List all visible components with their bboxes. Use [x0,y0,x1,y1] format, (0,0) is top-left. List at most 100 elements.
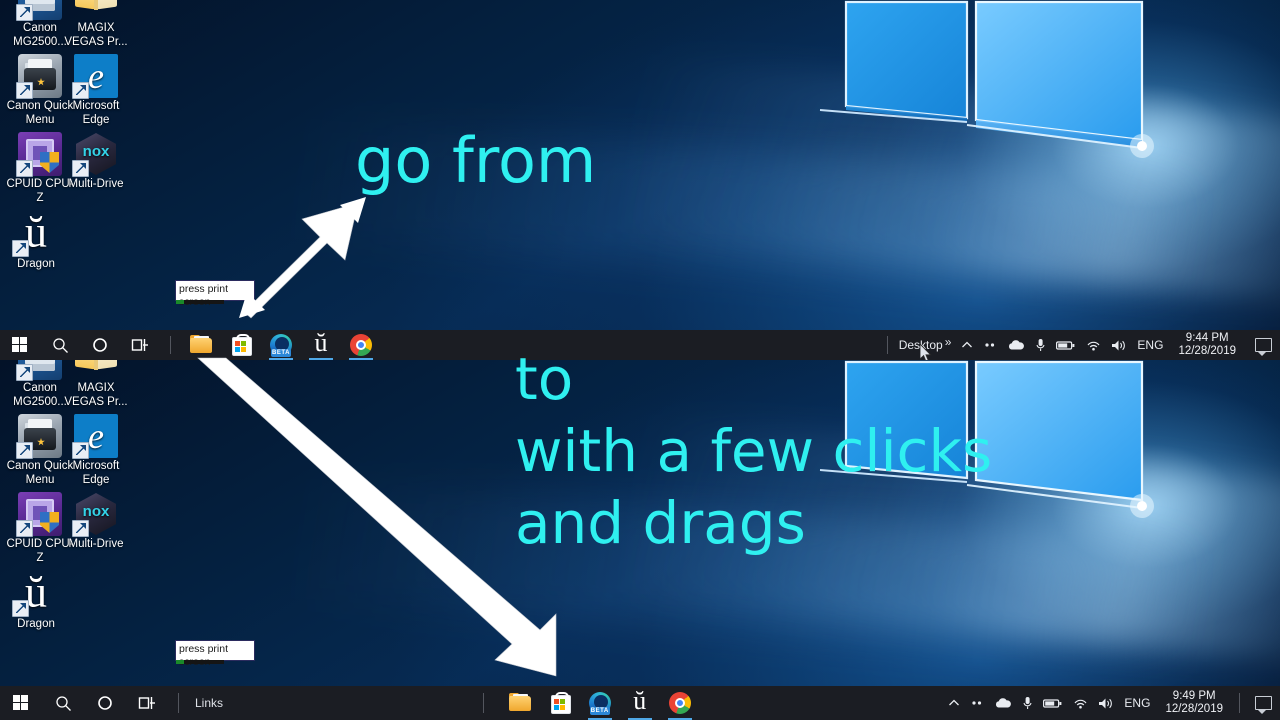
dragon-icon: ŭ [12,568,58,617]
task-view-button-bottom[interactable] [126,686,168,720]
dragon-icon: ŭ [633,686,647,715]
desktop-icon-dragon[interactable]: ŭ Dragon [0,208,72,272]
taskbar-after[interactable]: Links BETA ŭ ENG 9:49 PM 12/28/2019 [0,686,1280,720]
search-button-top[interactable] [40,330,80,360]
tray-network-bottom[interactable] [1068,686,1093,720]
taskbar-right-group-top: Desktop » [881,330,1280,360]
desktop-icon-label: Multi-Drive [68,538,124,550]
taskbar-pin-file-explorer-top[interactable] [181,330,221,360]
taskbar-before[interactable]: BETA ŭ Desktop » [0,328,1280,360]
microsoft-store-icon [229,333,253,357]
canon-mg2500-icon [16,360,62,381]
taskbar-pin-file-explorer-bottom[interactable] [500,686,540,720]
action-center-button-top[interactable] [1246,330,1280,360]
microsoft-edge-icon: e [72,414,118,459]
tray-language-top[interactable]: ENG [1132,330,1168,360]
two-dots-icon [972,701,982,705]
taskbar-clock-top[interactable]: 9:44 PM 12/28/2019 [1168,330,1246,360]
windows-start-icon [12,694,30,712]
tray-onedrive-bottom[interactable] [989,686,1017,720]
taskbar-right-group-bottom: ENG 9:49 PM 12/28/2019 [943,686,1280,720]
shortcut-overlay-icon [72,520,89,537]
tray-battery-top[interactable] [1051,330,1081,360]
desktop-icon-dragon[interactable]: ŭ Dragon [0,568,72,632]
tray-overflow-button-top[interactable] [956,330,978,360]
shortcut-overlay-icon [72,82,89,99]
volume-icon [1112,340,1126,350]
taskbar-pin-divider-bottom [482,692,484,714]
taskbar-pin-dragon-bottom[interactable]: ŭ [620,686,660,720]
taskbar-pin-microsoft-store-bottom[interactable] [540,686,580,720]
clock-date: 12/28/2019 [1165,703,1223,715]
desktop-icon-microsoft-edge[interactable]: e Microsoft Edge [60,54,132,127]
tray-hidden-icons-top[interactable] [978,330,1002,360]
onedrive-cloud-icon [996,698,1012,708]
tray-microphone-bottom[interactable] [1017,686,1038,720]
press-print-screen-tooltip-bottom: press print screen [175,640,255,668]
taskbar-clock-bottom[interactable]: 9:49 PM 12/28/2019 [1155,686,1233,720]
cortana-button-top[interactable] [80,330,120,360]
press-print-screen-tooltip-top: press print screen [175,280,255,308]
annotation-to: to [515,345,574,413]
taskbar-pinned-group-bottom: BETA ŭ [229,686,943,720]
tray-battery-bottom[interactable] [1038,686,1068,720]
windows-start-icon [11,336,29,354]
annotation-with-a-few-clicks: with a few clicks [515,417,993,485]
chevron-up-icon [962,341,973,348]
onedrive-cloud-icon [1009,340,1025,350]
taskbar-pin-edge-beta-bottom[interactable]: BETA [580,686,620,720]
nox-multi-drive-icon: nox [72,492,118,537]
tray-volume-top[interactable] [1106,330,1132,360]
tray-microphone-top[interactable] [1030,330,1051,360]
tray-language-bottom[interactable]: ENG [1119,686,1155,720]
start-button-bottom[interactable] [0,686,42,720]
clock-date: 12/28/2019 [1178,345,1236,357]
desktop-icon-magix-vegas[interactable]: MAGIX VEGAS Pr... [60,360,132,409]
taskbar-pin-microsoft-store-top[interactable] [221,330,261,360]
desktop-icon-microsoft-edge[interactable]: e Microsoft Edge [60,414,132,487]
task-view-icon [131,339,148,351]
wifi-icon [1087,341,1100,351]
dragon-icon: ŭ [12,208,58,257]
cortana-button-bottom[interactable] [84,686,126,720]
tray-onedrive-top[interactable] [1002,330,1030,360]
taskbar-pin-chrome-top[interactable] [341,330,381,360]
shortcut-overlay-icon [16,520,33,537]
tray-hidden-icons-bottom[interactable] [965,686,989,720]
taskbar-divider-bottom [178,692,179,714]
desktop-icon-multi-drive[interactable]: nox Multi-Drive [60,492,132,552]
desktop-icon-multi-drive[interactable]: nox Multi-Drive [60,132,132,192]
search-button-bottom[interactable] [42,686,84,720]
desktop-icon-label: Microsoft Edge [72,100,120,126]
taskbar-pin-edge-beta-top[interactable]: BETA [261,330,301,360]
start-button-top[interactable] [0,330,40,360]
screenshot-root: Canon MG2500... MAGIX VEGAS Pr... Canon … [0,0,1280,720]
canon-mg2500-icon [16,0,62,21]
tray-volume-bottom[interactable] [1093,686,1119,720]
tray-network-top[interactable] [1081,330,1106,360]
toolbar-overflow-chevron-icon[interactable]: » [945,335,952,349]
desktop-icon-label: MAGIX VEGAS Pr... [64,382,128,408]
task-view-button-top[interactable] [120,330,160,360]
search-icon [55,695,71,711]
shortcut-overlay-icon [16,82,33,99]
action-center-button-bottom[interactable] [1246,686,1280,720]
desktop-icon-magix-vegas[interactable]: MAGIX VEGAS Pr... [60,0,132,49]
tooltip-progress-bar [176,660,224,664]
annotation-go-from: go from [355,124,597,197]
taskbar-pin-chrome-bottom[interactable] [660,686,700,720]
wifi-icon [1074,699,1087,709]
file-explorer-icon [508,691,532,715]
chevron-up-icon [949,699,960,706]
battery-icon [1056,340,1075,350]
taskbar-pin-dragon-top[interactable]: ŭ [301,328,341,360]
annotation-and-drags: and drags [515,489,806,557]
links-toolbar-label[interactable]: Links [189,696,229,710]
task-view-icon [138,697,155,709]
cpuid-cpuz-icon [16,132,62,177]
google-chrome-icon [668,691,692,715]
desktop-icon-label: Dragon [17,258,55,270]
microsoft-edge-beta-icon: BETA [588,691,612,715]
google-chrome-icon [349,333,373,357]
tray-overflow-button-bottom[interactable] [943,686,965,720]
